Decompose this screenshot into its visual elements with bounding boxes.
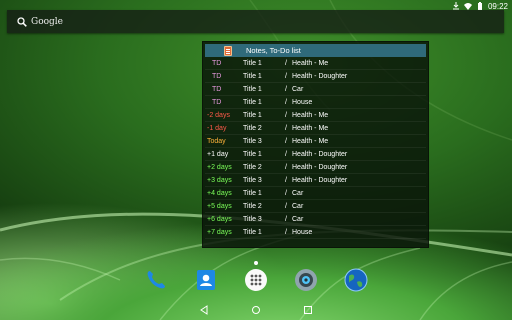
home-icon	[252, 306, 260, 314]
app-drawer-icon[interactable]	[244, 268, 268, 292]
todo-due: +3 days	[207, 176, 232, 184]
todo-separator: /	[285, 176, 287, 184]
todo-title: Title 1	[243, 98, 262, 106]
todo-title: Title 3	[243, 176, 262, 184]
browser-globe-icon[interactable]	[344, 268, 368, 292]
todo-separator: /	[285, 202, 287, 210]
todo-due: +1 day	[207, 150, 229, 158]
todo-title: Title 2	[243, 202, 262, 210]
todo-separator: /	[285, 150, 287, 158]
download-icon	[452, 2, 459, 10]
todo-row[interactable]: Today Title 3 / Health - Me	[205, 135, 426, 148]
todo-category: Health - Doughter	[292, 72, 348, 80]
todo-due: TD	[212, 85, 222, 93]
notes-todo-widget[interactable]: Notes, To-Do list TD Title 1/Health - Me T…	[202, 41, 429, 248]
search-label: Google	[31, 16, 63, 27]
phone-icon[interactable]	[144, 268, 168, 292]
todo-row[interactable]: +4 days Title 1 / Car	[205, 187, 426, 200]
navigation-bar	[0, 300, 512, 320]
todo-separator: /	[285, 137, 287, 145]
todo-due: +2 days	[207, 163, 232, 171]
todo-row[interactable]: +3 days Title 3 / Health - Doughter	[205, 174, 426, 187]
todo-title: Title 2	[243, 124, 262, 132]
todo-separator: /	[285, 59, 287, 67]
todo-row[interactable]: +6 days Title 3 / Car	[205, 213, 426, 226]
todo-row[interactable]: +2 days Title 2 / Health - Doughter	[205, 161, 426, 174]
todo-title: Title 1	[243, 111, 262, 119]
todo-category: Car	[292, 215, 304, 223]
camera-icon[interactable]	[294, 268, 318, 292]
app-dock	[0, 268, 512, 294]
todo-separator: /	[285, 215, 287, 223]
todo-title: Title 1	[243, 72, 262, 80]
todo-category: Health - Doughter	[292, 163, 348, 171]
todo-category: Health - Me	[292, 111, 329, 119]
search-icon	[17, 16, 27, 27]
todo-due: TD	[212, 59, 222, 67]
todo-separator: /	[285, 189, 287, 197]
notepad-icon	[224, 45, 232, 56]
back-button[interactable]	[197, 303, 211, 317]
google-search-bar[interactable]: Google	[7, 10, 504, 33]
todo-category: Car	[292, 85, 304, 93]
recents-button[interactable]	[301, 303, 315, 317]
widget-header[interactable]: Notes, To-Do list	[205, 44, 426, 57]
todo-due: Today	[207, 137, 226, 145]
battery-icon	[477, 2, 482, 10]
todo-row[interactable]: TD Title 1 / Health - Doughter	[205, 70, 426, 83]
todo-title: Title 1	[243, 189, 262, 197]
todo-separator: /	[285, 228, 287, 236]
todo-row[interactable]: -1 day Title 2 / Health - Me	[205, 122, 426, 135]
todo-due: -1 day	[207, 124, 227, 132]
page-indicator	[254, 261, 258, 265]
wifi-icon	[463, 3, 472, 10]
todo-due: TD	[212, 72, 222, 80]
back-icon	[200, 305, 208, 315]
widget-title: Notes, To-Do list	[246, 46, 301, 55]
todo-category: House	[292, 228, 313, 236]
todo-title: Title 2	[243, 163, 262, 171]
todo-separator: /	[285, 163, 287, 171]
todo-separator: /	[285, 124, 287, 132]
todo-row[interactable]: +5 days Title 2 / Car	[205, 200, 426, 213]
todo-category: Car	[292, 189, 304, 197]
contacts-icon[interactable]	[194, 268, 218, 292]
todo-due: TD	[212, 98, 222, 106]
todo-due: +5 days	[207, 202, 232, 210]
todo-category: Health - Doughter	[292, 176, 348, 184]
todo-row[interactable]: -2 days Title 1 / Health - Me	[205, 109, 426, 122]
todo-due: +7 days	[207, 228, 232, 236]
todo-title: Title 3	[243, 137, 262, 145]
todo-title: Title 1	[243, 150, 262, 158]
todo-separator: /	[285, 72, 287, 80]
todo-title: Title 1	[243, 85, 262, 93]
todo-category: Health - Me	[292, 124, 329, 132]
todo-list: TD Title 1 / Health - Me TD Title 1 / Health - …	[205, 57, 426, 239]
todo-row[interactable]: TD Title 1 / Health - Me	[205, 57, 426, 70]
todo-separator: /	[285, 85, 287, 93]
home-button[interactable]	[249, 303, 263, 317]
todo-due: +4 days	[207, 189, 232, 197]
todo-separator: /	[285, 98, 287, 106]
todo-title: Title 3	[243, 215, 262, 223]
todo-category: Health - Me	[292, 137, 329, 145]
todo-row[interactable]: +7 days Title 1 / House	[205, 226, 426, 239]
recents-icon	[304, 306, 312, 314]
todo-category: Health - Doughter	[292, 150, 348, 158]
todo-row[interactable]: +1 day Title 1 / Health - Doughter	[205, 148, 426, 161]
todo-category: Car	[292, 202, 304, 210]
todo-due: +6 days	[207, 215, 232, 223]
todo-category: Health - Me	[292, 59, 329, 67]
todo-row[interactable]: TD Title 1 / Car	[205, 83, 426, 96]
todo-title: Title 1	[243, 228, 262, 236]
todo-due: -2 days	[207, 111, 230, 119]
todo-separator: /	[285, 111, 287, 119]
todo-row[interactable]: TD Title 1 / House	[205, 96, 426, 109]
todo-title: Title 1	[243, 59, 262, 67]
todo-category: House	[292, 98, 313, 106]
